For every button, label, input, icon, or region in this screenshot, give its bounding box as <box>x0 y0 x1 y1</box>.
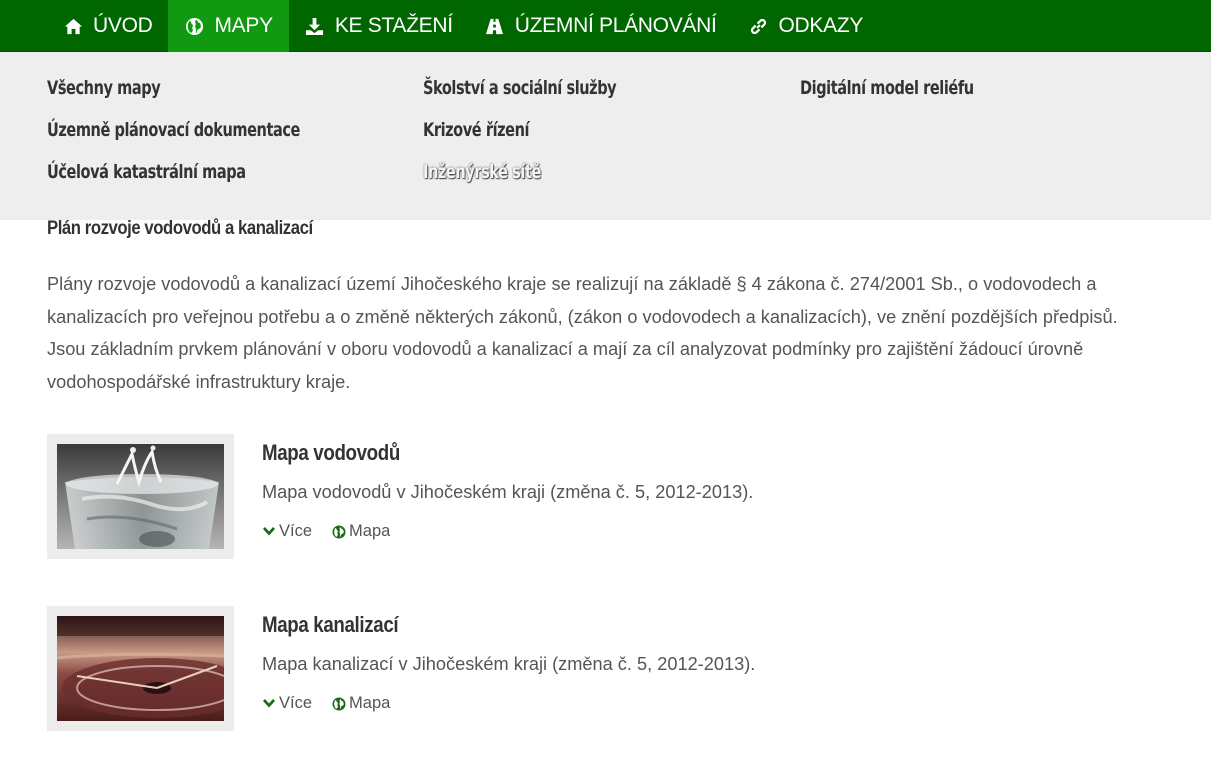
menu-column: Školství a sociální služby Krizové řízen… <box>423 77 650 203</box>
map-link[interactable]: Mapa <box>332 522 390 541</box>
card-description: Mapa vodovodů v Jihočeském kraji (změna … <box>262 482 754 502</box>
nav-item-uvod[interactable]: ÚVOD <box>47 0 168 52</box>
card-actions: Více Mapa <box>262 522 410 541</box>
menu-link-ucelova-katastralni-mapa[interactable]: Účelová katastrální mapa <box>47 161 300 203</box>
menu-link-inzenyrske-site[interactable]: Inženýrské sítě <box>423 161 616 203</box>
sewage-tank-image <box>57 616 224 721</box>
map-thumbnail[interactable] <box>47 434 234 559</box>
card-description: Mapa kanalizací v Jihočeském kraji (změn… <box>262 654 756 674</box>
menu-link-vsechny-mapy[interactable]: Všechny mapy <box>47 77 300 119</box>
nav-item-ke-stazeni[interactable]: KE STAŽENÍ <box>289 0 469 52</box>
more-link-label: Více <box>279 522 313 540</box>
map-card: Mapa vodovodů Mapa vodovodů v Jihočeském… <box>47 434 753 559</box>
card-actions: Více Mapa <box>262 694 410 713</box>
more-link[interactable]: Více <box>262 522 312 541</box>
globe-icon <box>332 525 346 538</box>
nav-item-mapy[interactable]: MAPY <box>168 0 289 64</box>
nav-item-label: MAPY <box>214 14 273 37</box>
download-icon <box>305 16 325 36</box>
nav-item-odkazy[interactable]: ODKAZY <box>733 0 880 52</box>
nav-item-label: ÚVOD <box>93 14 153 37</box>
map-link-label: Mapa <box>349 522 391 540</box>
intro-paragraph: Plány rozvoje vodovodů a kanalizací územ… <box>47 274 1118 392</box>
nav-item-uzemni-planovani[interactable]: ÚZEMNÍ PLÁNOVÁNÍ <box>469 0 733 52</box>
menu-link-krizove-rizeni[interactable]: Krizové řízení <box>423 119 616 161</box>
section-title: Plán rozvoje vodovodů a kanalizací <box>47 218 313 239</box>
home-icon <box>63 16 83 36</box>
menu-link-skolstvi[interactable]: Školství a sociální služby <box>423 77 617 119</box>
globe-icon <box>332 697 346 710</box>
chevron-down-icon <box>263 698 275 707</box>
nav-item-label: KE STAŽENÍ <box>334 14 453 37</box>
card-title[interactable]: Mapa kanalizací <box>262 612 399 638</box>
nav-item-label: ODKAZY <box>778 14 864 37</box>
menu-column: Všechny mapy Územně plánovací dokumentac… <box>47 77 345 203</box>
more-link[interactable]: Více <box>262 694 312 713</box>
nav-item-label: ÚZEMNÍ PLÁNOVÁNÍ <box>514 14 717 37</box>
globe-icon <box>184 16 204 36</box>
map-link[interactable]: Mapa <box>332 694 390 713</box>
chevron-down-icon <box>263 526 275 535</box>
menu-link-digitalni-model-reliefu[interactable]: Digitální model reliéfu <box>800 77 974 119</box>
maps-dropdown-menu: Všechny mapy Územně plánovací dokumentac… <box>0 52 1211 220</box>
water-glass-image <box>57 444 224 549</box>
main-content: Plán rozvoje vodovodů a kanalizací Plány… <box>47 218 1157 398</box>
menu-column: Digitální model reliéfu <box>800 77 1004 119</box>
road-icon <box>485 16 505 36</box>
card-title[interactable]: Mapa vodovodů <box>262 440 400 466</box>
main-navigation: ÚVOD MAPY KE STAŽENÍ ÚZEMNÍ PLÁNOVÁNÍ OD… <box>0 0 1211 64</box>
map-link-label: Mapa <box>349 694 391 712</box>
map-thumbnail[interactable] <box>47 606 234 731</box>
link-icon <box>749 16 769 36</box>
menu-link-uzemne-planovaci-dokumentace[interactable]: Územně plánovací dokumentace <box>47 119 300 161</box>
map-card: Mapa kanalizací Mapa kanalizací v Jihoče… <box>47 606 755 731</box>
more-link-label: Více <box>279 694 313 712</box>
